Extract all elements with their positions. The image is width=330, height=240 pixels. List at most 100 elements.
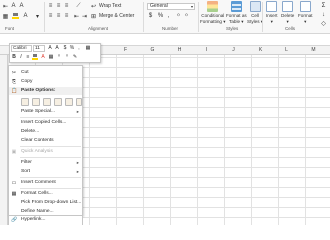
format-cells-button[interactable]: Format ▾ xyxy=(298,1,313,24)
format-as-table-button[interactable]: Format as Table ▾ xyxy=(226,1,247,24)
menu-item-label: Insert Copied Cells... xyxy=(21,120,67,125)
decrease-indent-icon[interactable]: ⇤ xyxy=(2,3,9,10)
column-header-l[interactable]: L xyxy=(273,47,300,53)
fill-color-icon[interactable] xyxy=(12,13,19,19)
menu-item-hyperlink[interactable]: 🔗 Hyperlink... xyxy=(8,216,83,225)
delete-cells-button[interactable]: Delete ▾ xyxy=(281,1,294,24)
menu-item-format-cells[interactable]: ▦ Format Cells... xyxy=(9,190,82,198)
comma-style-icon[interactable]: , xyxy=(165,13,172,19)
menu-item-clear-contents[interactable]: Clear Contents xyxy=(9,137,82,145)
font-group-label: Font xyxy=(5,26,15,31)
paste-transpose-icon[interactable] xyxy=(54,98,62,106)
cell-styles-button[interactable]: CellStyles ▾ xyxy=(247,1,263,24)
italic-button[interactable]: I xyxy=(18,54,24,60)
increase-decimal-icon[interactable]: ⁰ xyxy=(175,13,182,20)
menu-item-insert-copied-cells[interactable]: Insert Copied Cells... xyxy=(9,119,82,127)
menu-item-define-name[interactable]: Define Name... xyxy=(9,208,82,216)
number-format-select[interactable]: General ▾ xyxy=(147,3,195,10)
chevron-down-icon: ▾ xyxy=(190,4,193,9)
paste-values-icon[interactable] xyxy=(32,98,40,106)
align-right-icon[interactable]: ≡ xyxy=(63,13,70,19)
align-top-icon[interactable]: ≡ xyxy=(47,3,54,9)
conditional-formatting-label2: Formatting xyxy=(200,18,222,24)
currency-icon[interactable]: $ xyxy=(62,45,68,51)
format-as-table-label2: Table xyxy=(229,18,241,24)
menu-item-label: Clear Contents xyxy=(21,138,54,143)
context-menu: ✂ Cut ⎘ Copy 📋 Paste Options: Paste Spec… xyxy=(8,65,83,216)
mini-toolbar: Calibri 11 A A $ % , ▦ B I ≡ A ▦ ⁰ ⁰ ✎ xyxy=(9,43,101,63)
menu-item-label: Format Cells... xyxy=(21,191,53,196)
align-middle-icon[interactable]: ≡ xyxy=(55,3,62,9)
bold-button[interactable]: B xyxy=(11,54,17,60)
accounting-format-icon[interactable]: $ xyxy=(147,13,154,19)
cell-styles-label2: Styles xyxy=(247,18,260,24)
conditional-formatting-icon xyxy=(207,1,219,12)
paste-options-row xyxy=(21,98,82,107)
decrease-decimal-icon[interactable]: ⁰ xyxy=(64,54,70,60)
insert-label: Insert xyxy=(266,13,278,18)
menu-item-sort[interactable]: Sort ▸ xyxy=(9,168,82,176)
font-shrink-icon[interactable]: A xyxy=(18,3,25,9)
column-header-g[interactable]: G xyxy=(139,47,166,53)
paste-link-icon[interactable] xyxy=(76,98,82,106)
menu-item-filter[interactable]: Filter ▸ xyxy=(9,159,82,167)
align-bottom-icon[interactable]: ≡ xyxy=(63,3,70,9)
wrap-text-icon[interactable]: ↩ xyxy=(90,3,97,10)
menu-item-pick-from-list[interactable]: Pick From Drop-down List... xyxy=(9,199,82,207)
shrink-font-icon[interactable]: A xyxy=(54,45,60,51)
menu-item-label: Pick From Drop-down List... xyxy=(21,200,82,205)
menu-item-copy[interactable]: ⎘ Copy xyxy=(9,78,82,86)
paste-options-header: 📋 Paste Options: xyxy=(9,87,82,95)
conditional-formatting-button[interactable]: Conditional Formatting ▾ xyxy=(200,1,226,24)
borders-icon[interactable]: ▦ xyxy=(48,54,54,60)
menu-item-insert-comment[interactable]: ▭ Insert Comment xyxy=(9,179,82,187)
font-color-icon[interactable]: A xyxy=(22,13,29,19)
borders-icon[interactable]: ▦ xyxy=(2,13,9,20)
comma-icon[interactable]: , xyxy=(76,45,82,51)
link-icon: 🔗 xyxy=(11,217,18,223)
paste-formatting-icon[interactable] xyxy=(65,98,73,106)
menu-item-cut[interactable]: ✂ Cut xyxy=(9,69,82,77)
column-header-i[interactable]: I xyxy=(193,47,220,53)
font-color-icon[interactable]: A xyxy=(40,54,46,60)
font-color-dropdown-icon[interactable]: ▾ xyxy=(34,13,41,20)
align-center-icon[interactable]: ≡ xyxy=(55,13,62,19)
decrease-decimal-icon[interactable]: ⁰ xyxy=(183,13,190,20)
eraser-icon[interactable]: ✎ xyxy=(72,54,78,60)
orientation-icon[interactable]: ⟋ xyxy=(75,3,82,9)
percent-icon[interactable]: % xyxy=(69,45,75,51)
number-format-value: General xyxy=(150,3,168,9)
increase-indent-icon[interactable]: ⇥ xyxy=(81,13,88,20)
paste-formulas-icon[interactable] xyxy=(43,98,51,106)
format-as-table-icon xyxy=(230,1,242,12)
column-header-j[interactable]: J xyxy=(220,47,247,53)
fill-icon[interactable]: ↓ xyxy=(320,12,327,18)
align-left-icon[interactable]: ≡ xyxy=(47,13,54,19)
fill-color-icon[interactable] xyxy=(32,54,38,60)
column-header-k[interactable]: K xyxy=(247,47,274,53)
menu-item-paste-special[interactable]: Paste Special... ▸ xyxy=(9,108,82,116)
grow-font-icon[interactable]: A xyxy=(47,45,53,51)
font-size-icon[interactable]: A xyxy=(10,3,17,9)
decrease-indent-icon[interactable]: ⇤ xyxy=(73,13,80,20)
increase-decimal-icon[interactable]: ⁰ xyxy=(56,54,62,60)
quick-analysis-icon: ▣ xyxy=(11,149,17,155)
wrap-text-button[interactable]: Wrap Text xyxy=(99,3,121,9)
align-center-icon[interactable]: ≡ xyxy=(25,54,31,60)
column-header-f[interactable]: F xyxy=(112,47,139,53)
merge-center-button[interactable]: Merge & Center xyxy=(99,13,134,19)
delete-label: Delete xyxy=(281,13,295,18)
percent-style-icon[interactable]: % xyxy=(157,13,164,19)
menu-item-delete[interactable]: Delete... xyxy=(9,128,82,136)
paste-icon[interactable] xyxy=(21,98,29,106)
insert-cells-button[interactable]: Insert ▾ xyxy=(266,1,278,24)
format-as-table-label: Format as xyxy=(226,13,247,18)
column-header-m[interactable]: M xyxy=(300,47,327,53)
merge-center-icon[interactable]: ⊞ xyxy=(90,13,97,20)
autosum-icon[interactable]: Σ xyxy=(320,3,327,9)
number-group-label: Number xyxy=(162,26,179,31)
mini-size-select[interactable]: 11 xyxy=(33,45,45,52)
column-header-h[interactable]: H xyxy=(166,47,193,53)
format-painter-icon[interactable]: ▦ xyxy=(85,45,91,51)
mini-font-select[interactable]: Calibri xyxy=(11,45,32,52)
